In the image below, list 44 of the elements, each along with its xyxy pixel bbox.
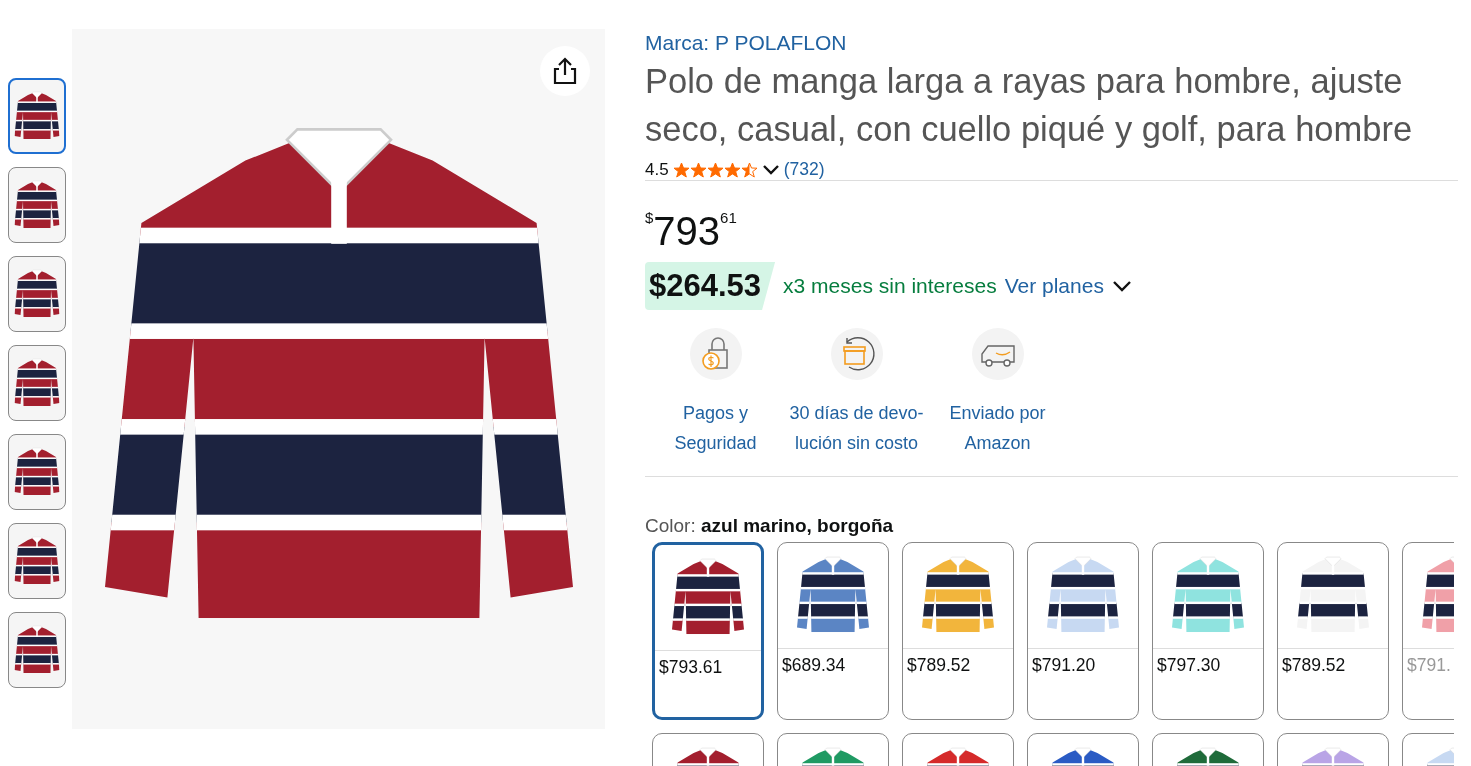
thumbnail[interactable] [8, 345, 66, 421]
star-rating[interactable] [672, 161, 758, 178]
brand-link[interactable]: Marca: P POLAFLON [645, 29, 847, 57]
swatch-price: $789.52 [906, 654, 972, 677]
thumbnail[interactable] [8, 612, 66, 688]
swatch-price: $789.52 [1281, 654, 1347, 677]
swatch-price: $689.34 [781, 654, 847, 677]
share-icon [552, 57, 578, 85]
thumbnail[interactable] [8, 523, 66, 599]
chevron-down-icon[interactable] [1111, 280, 1132, 292]
star-icon [740, 161, 758, 178]
installment-price: $264.53 [645, 262, 776, 310]
rating-value: 4.5 [645, 159, 669, 180]
review-count-link[interactable]: (732) [783, 159, 825, 180]
star-icon [689, 161, 707, 178]
swatch-price: $793.61 [658, 656, 724, 679]
star-icon [723, 161, 741, 178]
swatch-price: $791. [1406, 654, 1452, 677]
color-swatch[interactable]: $797.30 [1152, 542, 1264, 720]
feature-link[interactable]: Pagos y Seguridad [674, 398, 757, 458]
color-swatch[interactable]: $689.34 [777, 542, 889, 720]
color-swatch[interactable]: $791.20 [1027, 542, 1139, 720]
thumbnail[interactable] [8, 78, 66, 154]
swatch-price: $797.30 [1156, 654, 1222, 677]
star-icon [672, 161, 690, 178]
currency-symbol: $ [645, 209, 654, 226]
price-whole: 793 [653, 209, 721, 253]
color-swatch[interactable]: $789.52 [1277, 542, 1389, 720]
color-swatch[interactable]: $793.61 [652, 542, 764, 720]
feature-link[interactable]: 30 días de devo- lución sin costo [789, 398, 924, 458]
swatch-price: $791.20 [1031, 654, 1097, 677]
thumbnail[interactable] [8, 256, 66, 332]
plans-link[interactable]: Ver planes [1004, 274, 1104, 298]
share-button[interactable] [540, 46, 590, 96]
price-fraction: 61 [720, 209, 737, 226]
chevron-down-icon[interactable] [761, 163, 780, 176]
installment-terms: x3 meses sin intereses [783, 274, 997, 298]
color-label: Color: azul marino, borgoña [645, 516, 895, 536]
thumbnail[interactable] [8, 434, 66, 510]
star-icon [706, 161, 724, 178]
color-swatch[interactable]: $789.52 [902, 542, 1014, 720]
product-title: Polo de manga larga a rayas para hombre, ajuste seco, casual, con cuello piqué y golf, para hombre [645, 61, 1414, 150]
feature-link[interactable]: Enviado por Amazon [949, 398, 1046, 458]
thumbnail[interactable] [8, 167, 66, 243]
